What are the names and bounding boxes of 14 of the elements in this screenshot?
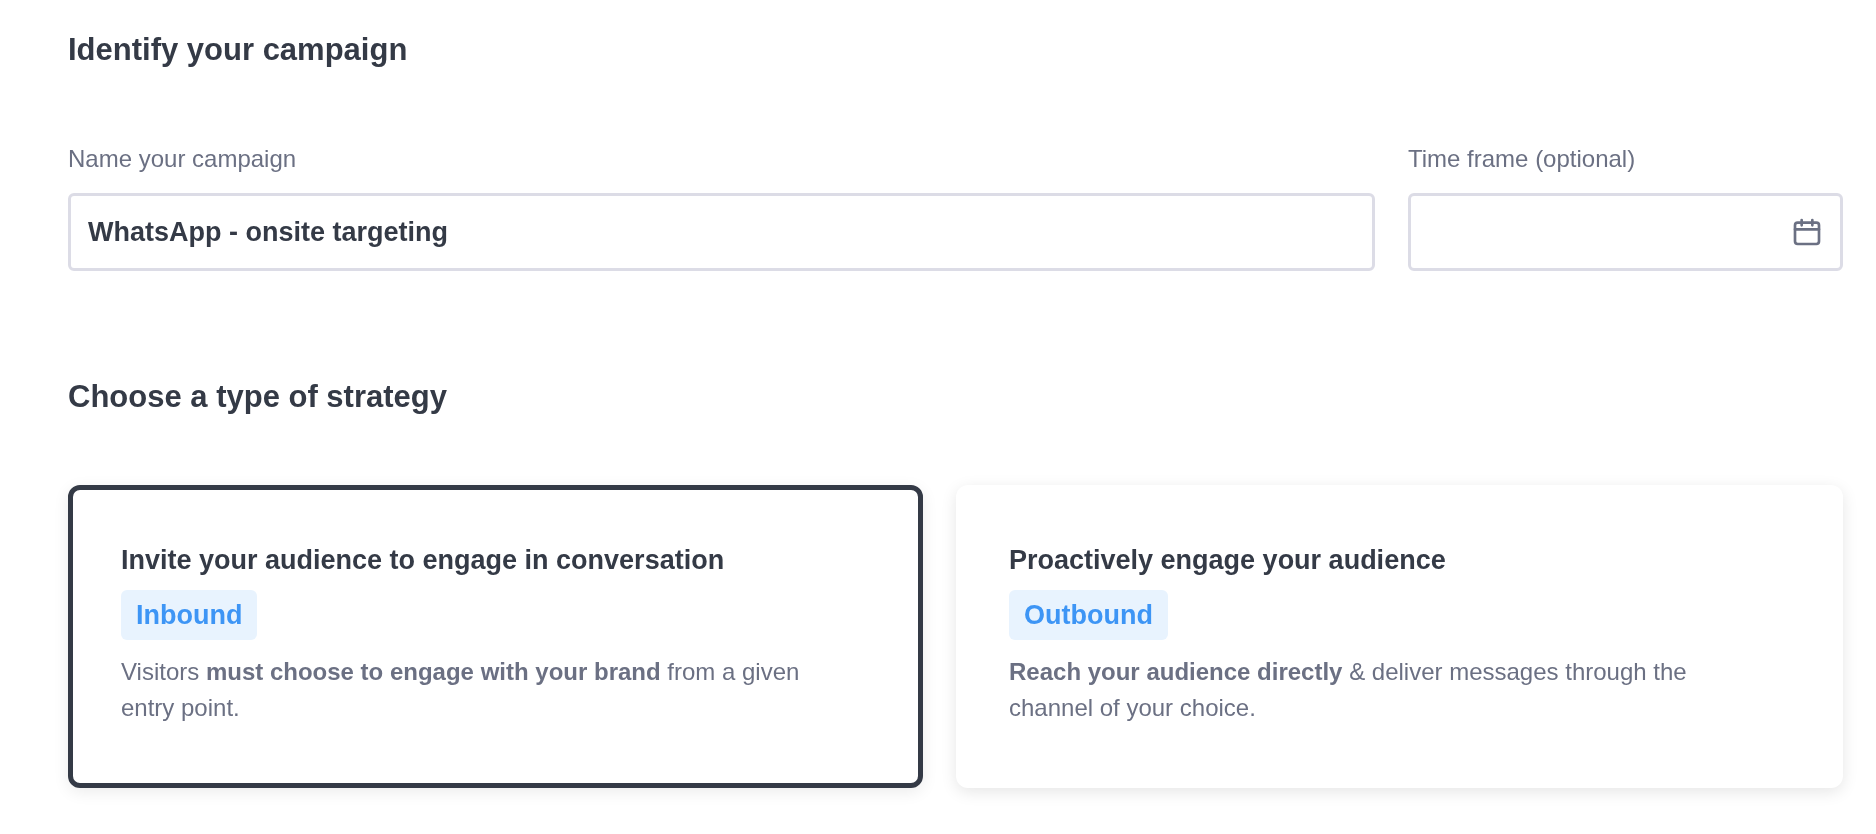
strategy-card[interactable]: Invite your audience to engage in conversation Inbound Visitors must choose to engage with your brand from a given entry point. bbox=[68, 485, 923, 788]
campaign-name-field[interactable]: WhatsApp - onsite targeting bbox=[68, 193, 1375, 271]
calendar-icon bbox=[1791, 216, 1823, 248]
section-heading: Choose a type of strategy bbox=[68, 379, 447, 415]
card-description: Reach your audience directly & deliver messages through the channel of your choice. bbox=[1009, 657, 1688, 723]
card-description: Visitors must choose to engage with your brand from a given entry point. bbox=[121, 657, 801, 723]
card-title: Proactively engage your audience bbox=[1009, 544, 1446, 576]
field-label: Name your campaign bbox=[68, 145, 297, 173]
card-title: Invite your audience to engage in conversation bbox=[121, 544, 725, 576]
strategy-tag: Inbound bbox=[121, 590, 258, 640]
section-heading: Identify your campaign bbox=[68, 32, 408, 68]
strategy-tag: Outbound bbox=[1009, 590, 1168, 640]
field-label: Time frame (optional) bbox=[1408, 145, 1636, 173]
time-frame-field[interactable] bbox=[1408, 193, 1843, 271]
